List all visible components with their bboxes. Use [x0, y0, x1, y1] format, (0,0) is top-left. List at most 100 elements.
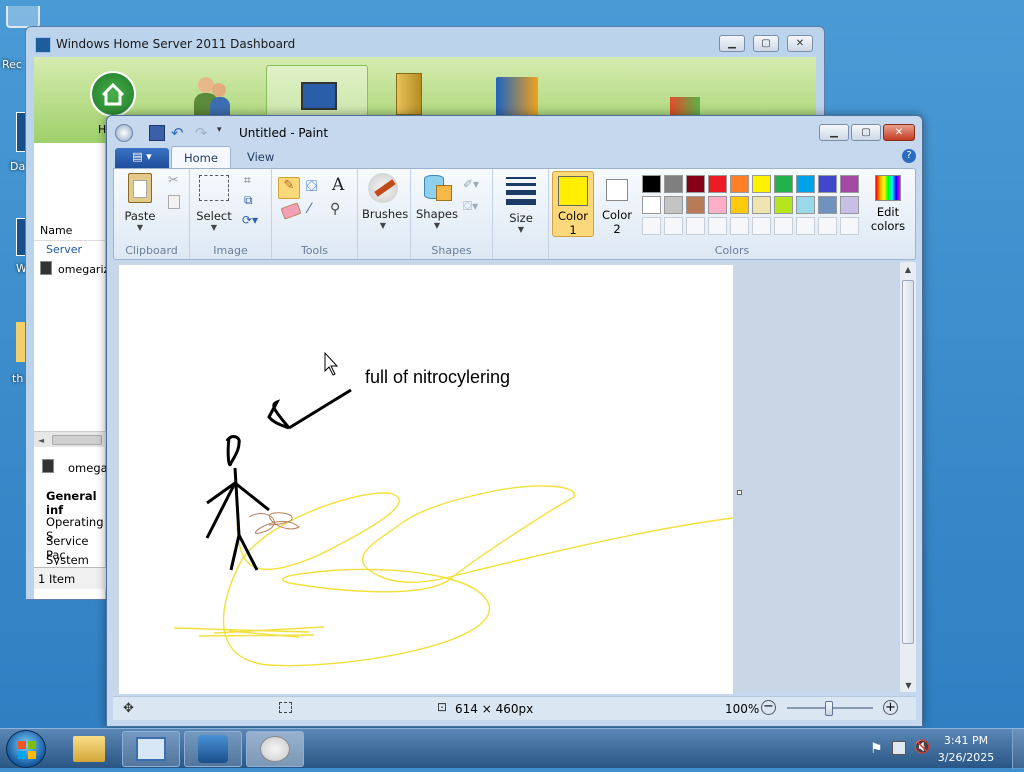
palette-empty-swatch[interactable]	[686, 217, 705, 235]
show-desktop-button[interactable]	[1012, 729, 1024, 769]
crop-icon[interactable]: ⌗	[244, 173, 251, 188]
eraser-icon[interactable]	[280, 202, 302, 220]
palette-color-swatch[interactable]	[818, 175, 837, 193]
paint-window[interactable]: ↶ ↷ ▾ Untitled - Paint ▁ ▢ ✕ ▤ ▾ Home Vi…	[106, 115, 923, 727]
undo-icon[interactable]: ↶	[171, 124, 184, 142]
folders-icon[interactable]	[396, 73, 422, 115]
select-icon	[199, 175, 229, 201]
palette-color-swatch[interactable]	[708, 196, 727, 214]
palette-color-swatch[interactable]	[796, 196, 815, 214]
paint-menu-button[interactable]: ▤ ▾	[115, 148, 169, 168]
redo-icon[interactable]: ↷	[195, 124, 208, 142]
scroll-up-icon[interactable]: ▲	[900, 265, 916, 274]
minimize-button[interactable]: ▁	[819, 124, 849, 141]
color-picker-icon[interactable]: ⁄	[308, 201, 310, 217]
palette-color-swatch[interactable]	[840, 196, 859, 214]
scroll-left-icon[interactable]: ◄	[38, 436, 44, 445]
palette-color-swatch[interactable]	[752, 175, 771, 193]
palette-empty-swatch[interactable]	[752, 217, 771, 235]
rotate-icon[interactable]: ⟳▾	[242, 213, 258, 227]
copy-icon[interactable]	[168, 195, 180, 209]
size-button[interactable]: Size ▼	[498, 175, 544, 234]
paste-button[interactable]: Paste ▼	[118, 173, 162, 232]
palette-empty-swatch[interactable]	[642, 217, 661, 235]
tab-view[interactable]: View	[235, 146, 286, 168]
scroll-thumb[interactable]	[902, 280, 914, 644]
drawing-canvas[interactable]: full of nitrocylering	[119, 265, 734, 694]
palette-empty-swatch[interactable]	[840, 217, 859, 235]
taskbar-remote-app[interactable]	[184, 731, 242, 767]
maximize-button[interactable]: ▢	[851, 124, 881, 141]
start-button[interactable]	[6, 730, 46, 768]
palette-color-swatch[interactable]	[642, 175, 661, 193]
shape-fill-icon[interactable]: ⛋▾	[463, 199, 478, 214]
palette-color-swatch[interactable]	[752, 196, 771, 214]
palette-empty-swatch[interactable]	[708, 217, 727, 235]
select-button[interactable]: Select ▼	[194, 175, 234, 232]
clock-time[interactable]: 3:41 PM	[934, 734, 998, 747]
save-icon[interactable]	[149, 125, 165, 141]
fill-icon[interactable]: ⛋	[306, 177, 317, 195]
palette-color-swatch[interactable]	[796, 175, 815, 193]
tab-home[interactable]: Home	[171, 146, 231, 168]
action-center-flag-icon[interactable]: ⚑	[870, 741, 883, 757]
network-icon[interactable]	[892, 741, 906, 755]
palette-color-swatch[interactable]	[730, 196, 749, 214]
brushes-button[interactable]: Brushes ▼	[362, 173, 408, 230]
customize-toolbar-icon[interactable]: ▾	[217, 125, 222, 135]
palette-empty-swatch[interactable]	[730, 217, 749, 235]
server-row[interactable]: omegariz	[58, 263, 109, 276]
shapes-icon	[422, 173, 452, 203]
close-button[interactable]: ✕	[787, 35, 813, 52]
dropdown-arrow-icon: ▼	[210, 223, 218, 232]
outline-icon[interactable]: ✐▾	[463, 177, 479, 191]
palette-color-swatch[interactable]	[664, 175, 683, 193]
minimize-button[interactable]: ▁	[719, 35, 745, 52]
zoom-slider-thumb[interactable]	[825, 701, 833, 716]
palette-empty-swatch[interactable]	[664, 217, 683, 235]
horizontal-scrollbar[interactable]: ◄	[34, 431, 106, 447]
taskbar-paint[interactable]	[246, 731, 304, 767]
color1-button[interactable]: Color 1	[552, 171, 594, 237]
close-button[interactable]: ✕	[883, 124, 915, 141]
maximize-button[interactable]: ▢	[753, 35, 779, 52]
palette-color-swatch[interactable]	[642, 196, 661, 214]
palette-color-swatch[interactable]	[818, 196, 837, 214]
palette-empty-swatch[interactable]	[774, 217, 793, 235]
resize-handle[interactable]	[737, 490, 742, 495]
magnifier-icon[interactable]: ⚲	[330, 201, 340, 217]
text-tool-icon[interactable]: A	[332, 175, 344, 195]
clock-date[interactable]: 3/26/2025	[932, 751, 1000, 764]
users-icon[interactable]	[192, 75, 232, 115]
volume-muted-icon[interactable]: 🔇	[914, 740, 930, 755]
shapes-button[interactable]: Shapes ▼	[415, 173, 459, 230]
zoom-out-button[interactable]: −	[761, 700, 776, 715]
group-label: Shapes	[431, 244, 472, 257]
scroll-down-icon[interactable]: ▼	[900, 681, 917, 690]
palette-color-swatch[interactable]	[708, 175, 727, 193]
palette-color-swatch[interactable]	[774, 175, 793, 193]
vertical-scrollbar[interactable]: ▲ ▼	[899, 262, 916, 692]
edit-colors-button[interactable]: Edit colors	[868, 171, 908, 237]
palette-color-swatch[interactable]	[730, 175, 749, 193]
pencil-icon[interactable]: ✎	[278, 177, 300, 199]
column-header-name[interactable]: Name	[34, 221, 106, 241]
home-icon[interactable]	[90, 71, 136, 117]
zoom-in-button[interactable]: +	[883, 700, 898, 715]
windows-flag-icon[interactable]	[670, 97, 700, 117]
taskbar-dashboard[interactable]	[122, 731, 180, 767]
cut-icon[interactable]: ✂	[168, 173, 179, 188]
backup-icon[interactable]	[496, 77, 538, 117]
resize-icon[interactable]: ⧉	[244, 193, 253, 208]
palette-color-swatch[interactable]	[686, 196, 705, 214]
palette-empty-swatch[interactable]	[818, 217, 837, 235]
taskbar-explorer[interactable]	[60, 731, 118, 767]
palette-color-swatch[interactable]	[840, 175, 859, 193]
palette-color-swatch[interactable]	[686, 175, 705, 193]
palette-empty-swatch[interactable]	[796, 217, 815, 235]
paint-app-icon[interactable]	[115, 124, 133, 142]
color2-button[interactable]: Color 2	[598, 171, 636, 237]
palette-color-swatch[interactable]	[774, 196, 793, 214]
palette-color-swatch[interactable]	[664, 196, 683, 214]
help-icon[interactable]: ?	[902, 149, 916, 163]
